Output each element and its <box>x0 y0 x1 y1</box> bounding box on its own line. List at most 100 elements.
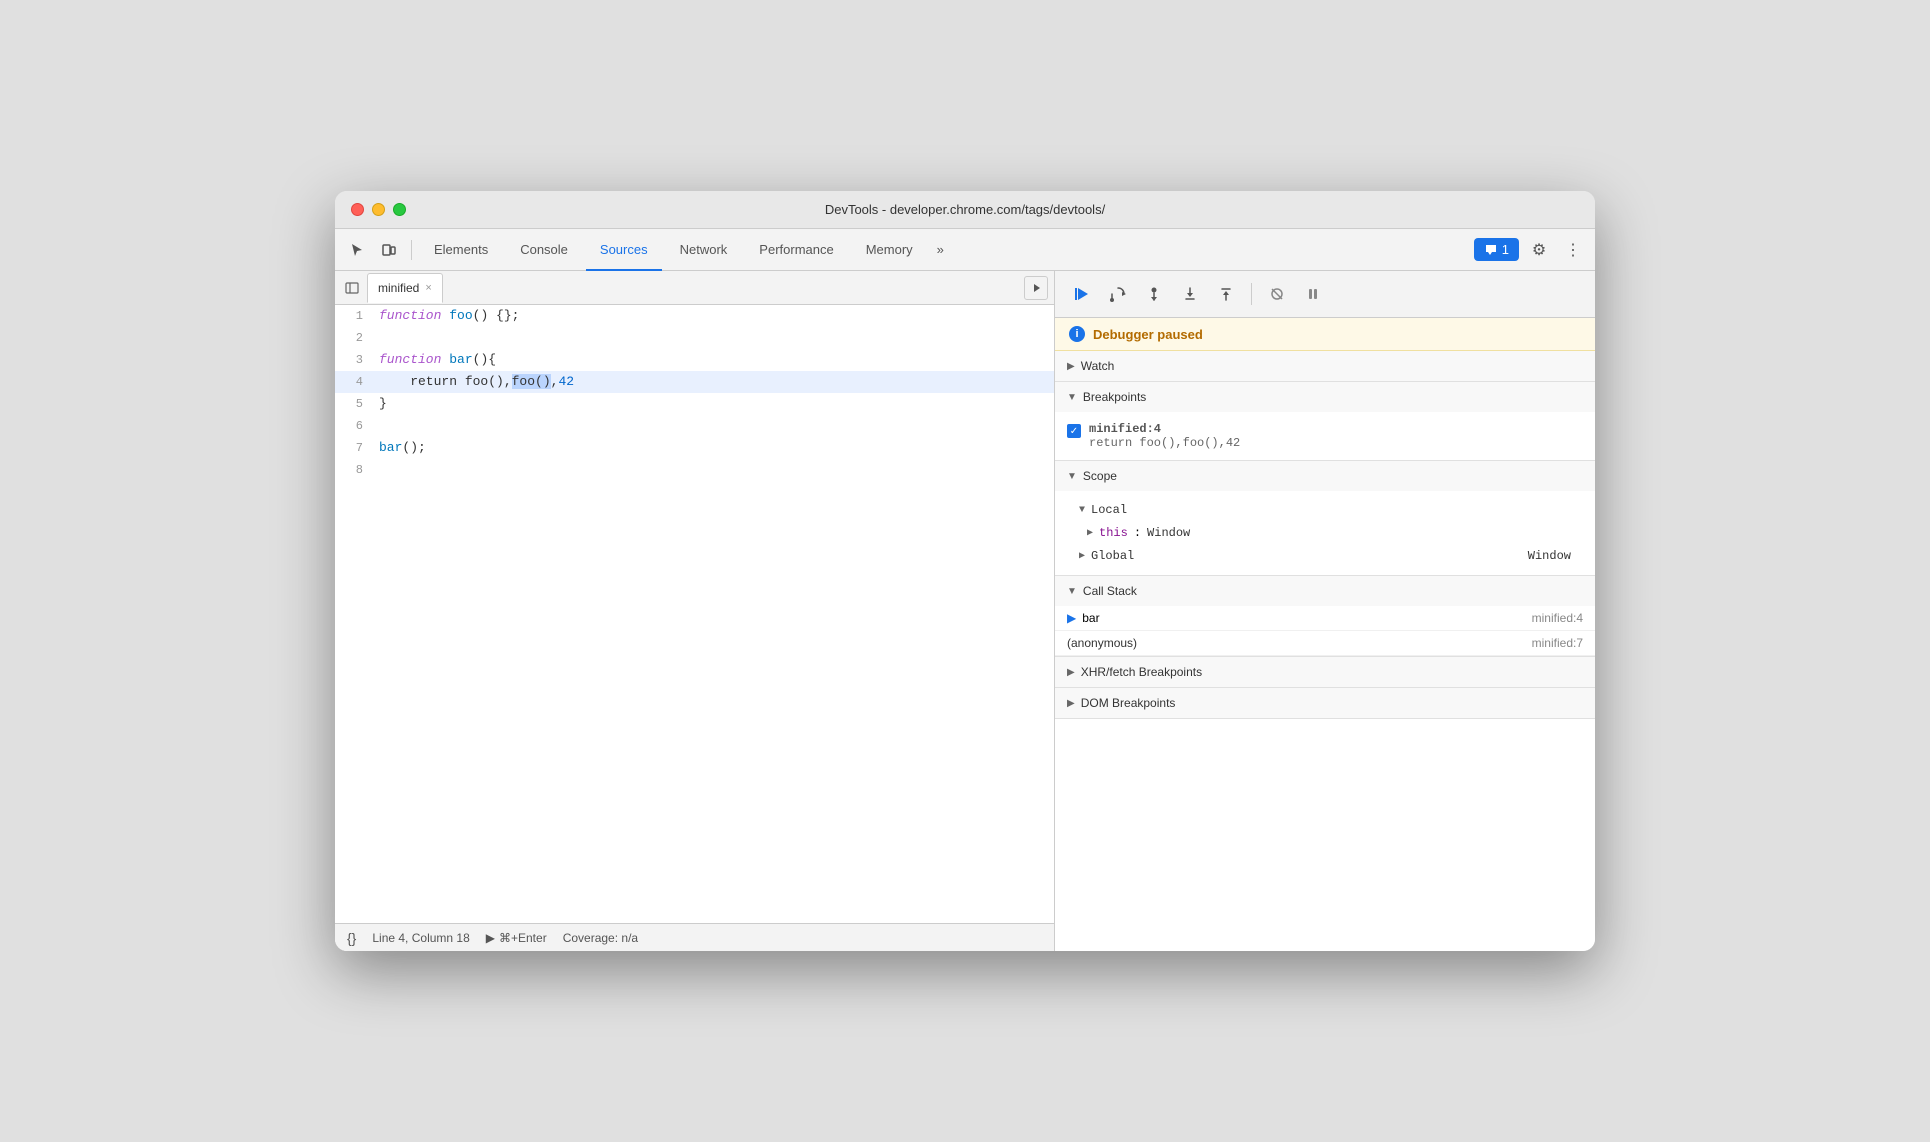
scope-content: ▼ Local ▶ this : Window <box>1055 491 1595 575</box>
file-tab-minified[interactable]: minified × <box>367 273 443 303</box>
deactivate-breakpoints-button[interactable] <box>1262 279 1292 309</box>
more-tabs-button[interactable]: » <box>931 242 950 257</box>
scope-panel-header[interactable]: ▼ Scope <box>1055 461 1595 491</box>
code-line-2: 2 <box>335 327 1054 349</box>
local-label: Local <box>1091 503 1127 517</box>
breakpoint-location: minified:4 <box>1089 422 1240 436</box>
local-chevron: ▼ <box>1079 505 1085 516</box>
code-line-6: 6 <box>335 415 1054 437</box>
run-coverage-btn[interactable]: ▶ ⌘+Enter <box>486 931 547 945</box>
code-line-1: 1 function foo() {}; <box>335 305 1054 327</box>
right-panel: i Debugger paused ▶ Watch ▼ <box>1055 271 1595 951</box>
file-tab-close[interactable]: × <box>425 282 431 294</box>
scope-val-window: Window <box>1147 526 1190 540</box>
close-button[interactable] <box>351 203 364 216</box>
breakpoints-label: Breakpoints <box>1083 390 1146 404</box>
scope-label: Scope <box>1083 469 1117 483</box>
dom-breakpoints-header[interactable]: ▶ DOM Breakpoints <box>1055 688 1595 718</box>
tab-sources[interactable]: Sources <box>586 229 662 271</box>
call-stack-panel: ▼ Call Stack ▶ bar minified:4 <box>1055 576 1595 657</box>
main-content: minified × 1 function foo() {}; <box>335 271 1595 951</box>
coverage-label: Coverage: n/a <box>563 931 638 945</box>
scope-this-item[interactable]: ▶ this : Window <box>1087 523 1583 543</box>
call-stack-item-bar[interactable]: ▶ bar minified:4 <box>1055 606 1595 631</box>
call-stack-header[interactable]: ▼ Call Stack <box>1055 576 1595 606</box>
breakpoint-item: ✓ minified:4 return foo(),foo(),42 <box>1067 418 1583 454</box>
info-icon: i <box>1069 326 1085 342</box>
global-label: Global <box>1091 549 1134 563</box>
tab-network[interactable]: Network <box>666 229 742 271</box>
chat-button[interactable]: 1 <box>1474 238 1519 261</box>
tab-performance[interactable]: Performance <box>745 229 847 271</box>
watch-panel: ▶ Watch <box>1055 351 1595 382</box>
code-line-4: 4 return foo(),foo(),42 <box>335 371 1054 393</box>
minimize-button[interactable] <box>372 203 385 216</box>
pause-on-exception-button[interactable] <box>1298 279 1328 309</box>
breakpoint-code: return foo(),foo(),42 <box>1089 436 1240 450</box>
tab-console[interactable]: Console <box>506 229 582 271</box>
format-icon[interactable]: {} <box>347 930 356 946</box>
debugger-paused-text: Debugger paused <box>1093 327 1203 342</box>
call-stack-bar-name: bar <box>1082 611 1099 625</box>
step-out-button[interactable] <box>1211 279 1241 309</box>
watch-chevron: ▶ <box>1067 361 1075 372</box>
scope-expand-icon: ▶ <box>1087 527 1093 539</box>
debug-toolbar <box>1055 271 1595 318</box>
call-stack-bar-location: minified:4 <box>1532 611 1583 625</box>
cursor-icon[interactable] <box>343 236 371 264</box>
scope-local-header[interactable]: ▼ Local <box>1067 497 1583 523</box>
xhr-breakpoints-panel: ▶ XHR/fetch Breakpoints <box>1055 657 1595 688</box>
device-toggle-icon[interactable] <box>375 236 403 264</box>
tab-elements[interactable]: Elements <box>420 229 502 271</box>
scope-chevron: ▼ <box>1067 471 1077 482</box>
step-over-button[interactable] <box>1103 279 1133 309</box>
maximize-button[interactable] <box>393 203 406 216</box>
step-button[interactable] <box>1139 279 1169 309</box>
left-panel: minified × 1 function foo() {}; <box>335 271 1055 951</box>
devtools-window: DevTools - developer.chrome.com/tags/dev… <box>335 191 1595 951</box>
call-stack-chevron: ▼ <box>1067 586 1077 597</box>
breakpoint-checkbox[interactable]: ✓ <box>1067 424 1081 438</box>
call-stack-label: Call Stack <box>1083 584 1137 598</box>
title-bar: DevTools - developer.chrome.com/tags/dev… <box>335 191 1595 229</box>
code-line-8: 8 <box>335 459 1054 481</box>
tab-memory[interactable]: Memory <box>852 229 927 271</box>
right-scroll-area[interactable]: i Debugger paused ▶ Watch ▼ <box>1055 318 1595 951</box>
global-value: Window <box>1528 549 1571 563</box>
code-editor[interactable]: 1 function foo() {}; 2 3 function bar(){ <box>335 305 1054 923</box>
step-into-button[interactable] <box>1175 279 1205 309</box>
active-frame-icon: ▶ <box>1067 611 1076 625</box>
separator <box>411 240 412 260</box>
toolbar-right: 1 ⚙ ⋮ <box>1474 236 1587 264</box>
dom-label: DOM Breakpoints <box>1081 696 1176 710</box>
file-tab-bar: minified × <box>335 271 1054 305</box>
dom-chevron: ▶ <box>1067 698 1075 709</box>
breakpoints-panel-header[interactable]: ▼ Breakpoints <box>1055 382 1595 412</box>
code-line-5: 5 } <box>335 393 1054 415</box>
breakpoints-content: ✓ minified:4 return foo(),foo(),42 <box>1055 412 1595 460</box>
call-stack-content: ▶ bar minified:4 (anonymous) minified:7 <box>1055 606 1595 656</box>
breakpoints-chevron: ▼ <box>1067 392 1077 403</box>
global-chevron: ▶ <box>1079 550 1085 562</box>
call-stack-item-anonymous[interactable]: (anonymous) minified:7 <box>1055 631 1595 656</box>
xhr-chevron: ▶ <box>1067 667 1075 678</box>
scope-panel: ▼ Scope ▼ Local ▶ <box>1055 461 1595 576</box>
scope-key-this: this <box>1099 526 1128 540</box>
call-stack-anon-location: minified:7 <box>1532 636 1583 650</box>
xhr-breakpoints-header[interactable]: ▶ XHR/fetch Breakpoints <box>1055 657 1595 687</box>
settings-icon[interactable]: ⚙ <box>1525 236 1553 264</box>
debug-separator <box>1251 283 1252 305</box>
watch-label: Watch <box>1081 359 1115 373</box>
scope-global-header[interactable]: ▶ Global Window <box>1067 543 1583 569</box>
sidebar-toggle-icon[interactable] <box>341 277 363 299</box>
debugger-paused-banner: i Debugger paused <box>1055 318 1595 351</box>
code-line-3: 3 function bar(){ <box>335 349 1054 371</box>
cursor-position: Line 4, Column 18 <box>372 931 469 945</box>
status-bar: {} Line 4, Column 18 ▶ ⌘+Enter Coverage:… <box>335 923 1054 951</box>
devtools-container: Elements Console Sources Network Perform… <box>335 229 1595 951</box>
watch-panel-header[interactable]: ▶ Watch <box>1055 351 1595 381</box>
run-button[interactable] <box>1024 276 1048 300</box>
resume-button[interactable] <box>1067 279 1097 309</box>
more-options-icon[interactable]: ⋮ <box>1559 236 1587 264</box>
window-title: DevTools - developer.chrome.com/tags/dev… <box>825 202 1105 217</box>
